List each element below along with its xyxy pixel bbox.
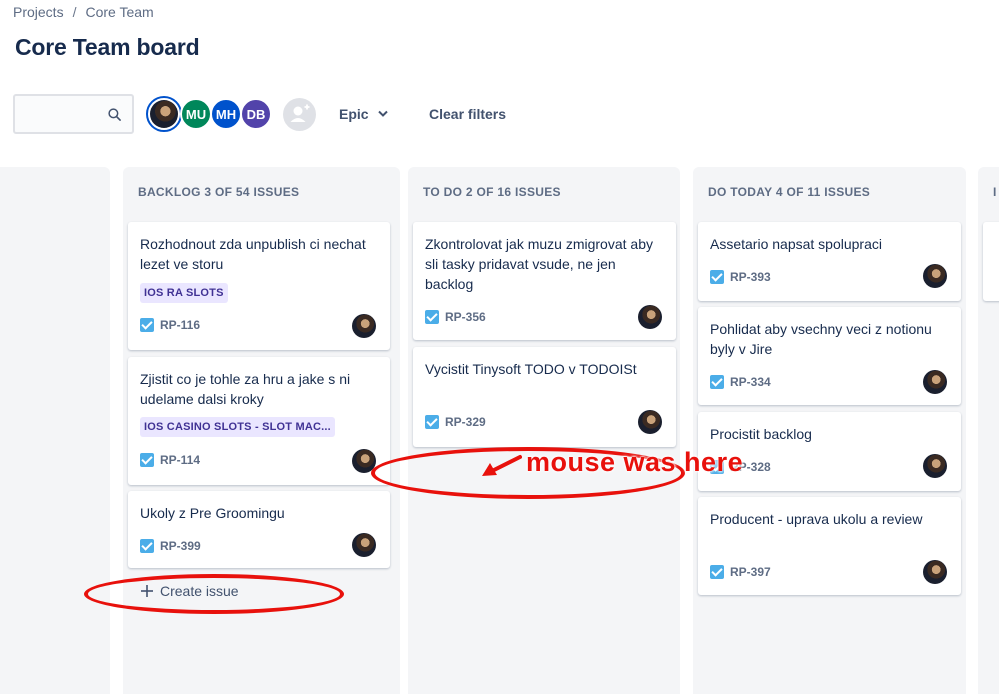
issue-title: Producent - uprava ukolu a review xyxy=(710,511,923,527)
assignee-avatar[interactable] xyxy=(352,314,376,338)
board-column-todo: TO DO 2 OF 16 ISSUES Zkontrolovat jak mu… xyxy=(408,167,680,694)
issue-key: RP-393 xyxy=(710,270,771,284)
issue-title: Assetario napsat spolupraci xyxy=(710,236,882,252)
issue-card-partial[interactable] xyxy=(983,222,999,301)
breadcrumb-projects-link[interactable]: Projects xyxy=(13,4,64,20)
issue-key: RP-399 xyxy=(140,539,201,553)
issue-card[interactable]: Assetario napsat spolupraci RP-393 xyxy=(698,222,961,301)
breadcrumb-separator: / xyxy=(72,4,77,20)
issue-key: RP-356 xyxy=(425,310,486,324)
issue-card[interactable]: Zkontrolovat jak muzu zmigrovat aby sli … xyxy=(413,222,676,340)
issue-key: RP-116 xyxy=(140,318,200,332)
assignee-avatar[interactable] xyxy=(923,454,947,478)
issue-key-label: RP-329 xyxy=(445,415,486,429)
issue-key: RP-114 xyxy=(140,453,200,467)
issue-title: Zjistit co je tohle za hru a jake s ni u… xyxy=(140,371,351,407)
board-column-backlog: BACKLOG 3 OF 54 ISSUES Rozhodnout zda un… xyxy=(123,167,400,694)
assignee-avatar[interactable] xyxy=(923,264,947,288)
task-checkbox-icon xyxy=(710,375,724,389)
issue-key-label: RP-399 xyxy=(160,539,201,553)
search-box[interactable] xyxy=(13,94,134,134)
avatar-mh[interactable]: MH xyxy=(210,98,242,130)
issue-card[interactable]: Zjistit co je tohle za hru a jake s ni u… xyxy=(128,357,390,485)
issue-key: RP-397 xyxy=(710,565,771,579)
avatar-db[interactable]: DB xyxy=(240,98,272,130)
issue-key-label: RP-356 xyxy=(445,310,486,324)
task-checkbox-icon xyxy=(710,565,724,579)
epic-label[interactable]: IOS RA SLOTS xyxy=(140,283,228,303)
task-checkbox-icon xyxy=(140,318,154,332)
issue-card[interactable]: Pohlidat aby vsechny veci z notionu byly… xyxy=(698,307,961,405)
breadcrumb-core-team-link[interactable]: Core Team xyxy=(85,4,153,20)
issue-key-label: RP-114 xyxy=(160,453,201,467)
issue-key-label: RP-397 xyxy=(730,565,771,579)
chevron-down-icon xyxy=(377,110,388,117)
task-checkbox-icon xyxy=(140,453,154,467)
search-icon xyxy=(108,108,121,121)
epic-filter-label: Epic xyxy=(339,106,369,122)
issue-key-label: RP-116 xyxy=(160,318,201,332)
column-header-do-today: DO TODAY 4 OF 11 ISSUES xyxy=(708,185,871,199)
column-header-todo: TO DO 2 OF 16 ISSUES xyxy=(423,185,561,199)
assignee-avatar[interactable] xyxy=(638,305,662,329)
task-checkbox-icon xyxy=(710,270,724,284)
issue-key-label: RP-334 xyxy=(730,375,771,389)
assignee-avatar[interactable] xyxy=(923,370,947,394)
clear-filters-button[interactable]: Clear filters xyxy=(419,98,516,130)
task-checkbox-icon xyxy=(425,415,439,429)
issue-card[interactable]: Rozhodnout zda unpublish ci nechat lezet… xyxy=(128,222,390,350)
epic-label[interactable]: IOS CASINO SLOTS - SLOT MAC... xyxy=(140,417,335,437)
avatar-mu[interactable]: MU xyxy=(180,98,212,130)
assignee-avatar[interactable] xyxy=(923,560,947,584)
task-checkbox-icon xyxy=(140,539,154,553)
issue-key-label: RP-393 xyxy=(730,270,771,284)
issue-key: RP-329 xyxy=(425,415,486,429)
issue-card[interactable]: Vycistit Tinysoft TODO v TODOISt RP-329 xyxy=(413,347,676,447)
issue-card[interactable]: Ukoly z Pre Groomingu RP-399 xyxy=(128,491,390,568)
breadcrumb: Projects / Core Team xyxy=(13,4,154,20)
page-title: Core Team board xyxy=(15,34,200,60)
annotation-text: mouse was here xyxy=(526,447,744,477)
issue-title: Procistit backlog xyxy=(710,426,812,442)
issue-title: Pohlidat aby vsechny veci z notionu byly… xyxy=(710,321,932,357)
column-header-backlog: BACKLOG 3 OF 54 ISSUES xyxy=(138,185,300,199)
issue-title: Zkontrolovat jak muzu zmigrovat aby sli … xyxy=(425,236,653,292)
issue-card[interactable]: Producent - uprava ukolu a review RP-397 xyxy=(698,497,961,595)
add-people-button[interactable] xyxy=(283,98,316,131)
assignee-avatar[interactable] xyxy=(638,410,662,434)
issue-title: Vycistit Tinysoft TODO v TODOISt xyxy=(425,361,637,377)
avatar-current-user[interactable] xyxy=(146,96,182,132)
issue-title: Rozhodnout zda unpublish ci nechat lezet… xyxy=(140,236,366,272)
epic-filter-button[interactable]: Epic xyxy=(329,98,398,130)
column-header-partial: I xyxy=(993,185,997,199)
task-checkbox-icon xyxy=(425,310,439,324)
issue-title: Ukoly z Pre Groomingu xyxy=(140,505,285,521)
annotation-ellipse-create-issue xyxy=(84,574,344,614)
search-input[interactable] xyxy=(21,104,109,124)
annotation-arrow-icon xyxy=(482,455,522,476)
board-column-hidden-left xyxy=(0,167,110,694)
board-column-do-today: DO TODAY 4 OF 11 ISSUES Assetario napsat… xyxy=(693,167,966,694)
board-column-partial-right: I xyxy=(978,167,999,694)
issue-key: RP-334 xyxy=(710,375,771,389)
assignee-avatar[interactable] xyxy=(352,533,376,557)
add-person-icon xyxy=(290,104,310,122)
user-photo-icon xyxy=(150,100,178,128)
